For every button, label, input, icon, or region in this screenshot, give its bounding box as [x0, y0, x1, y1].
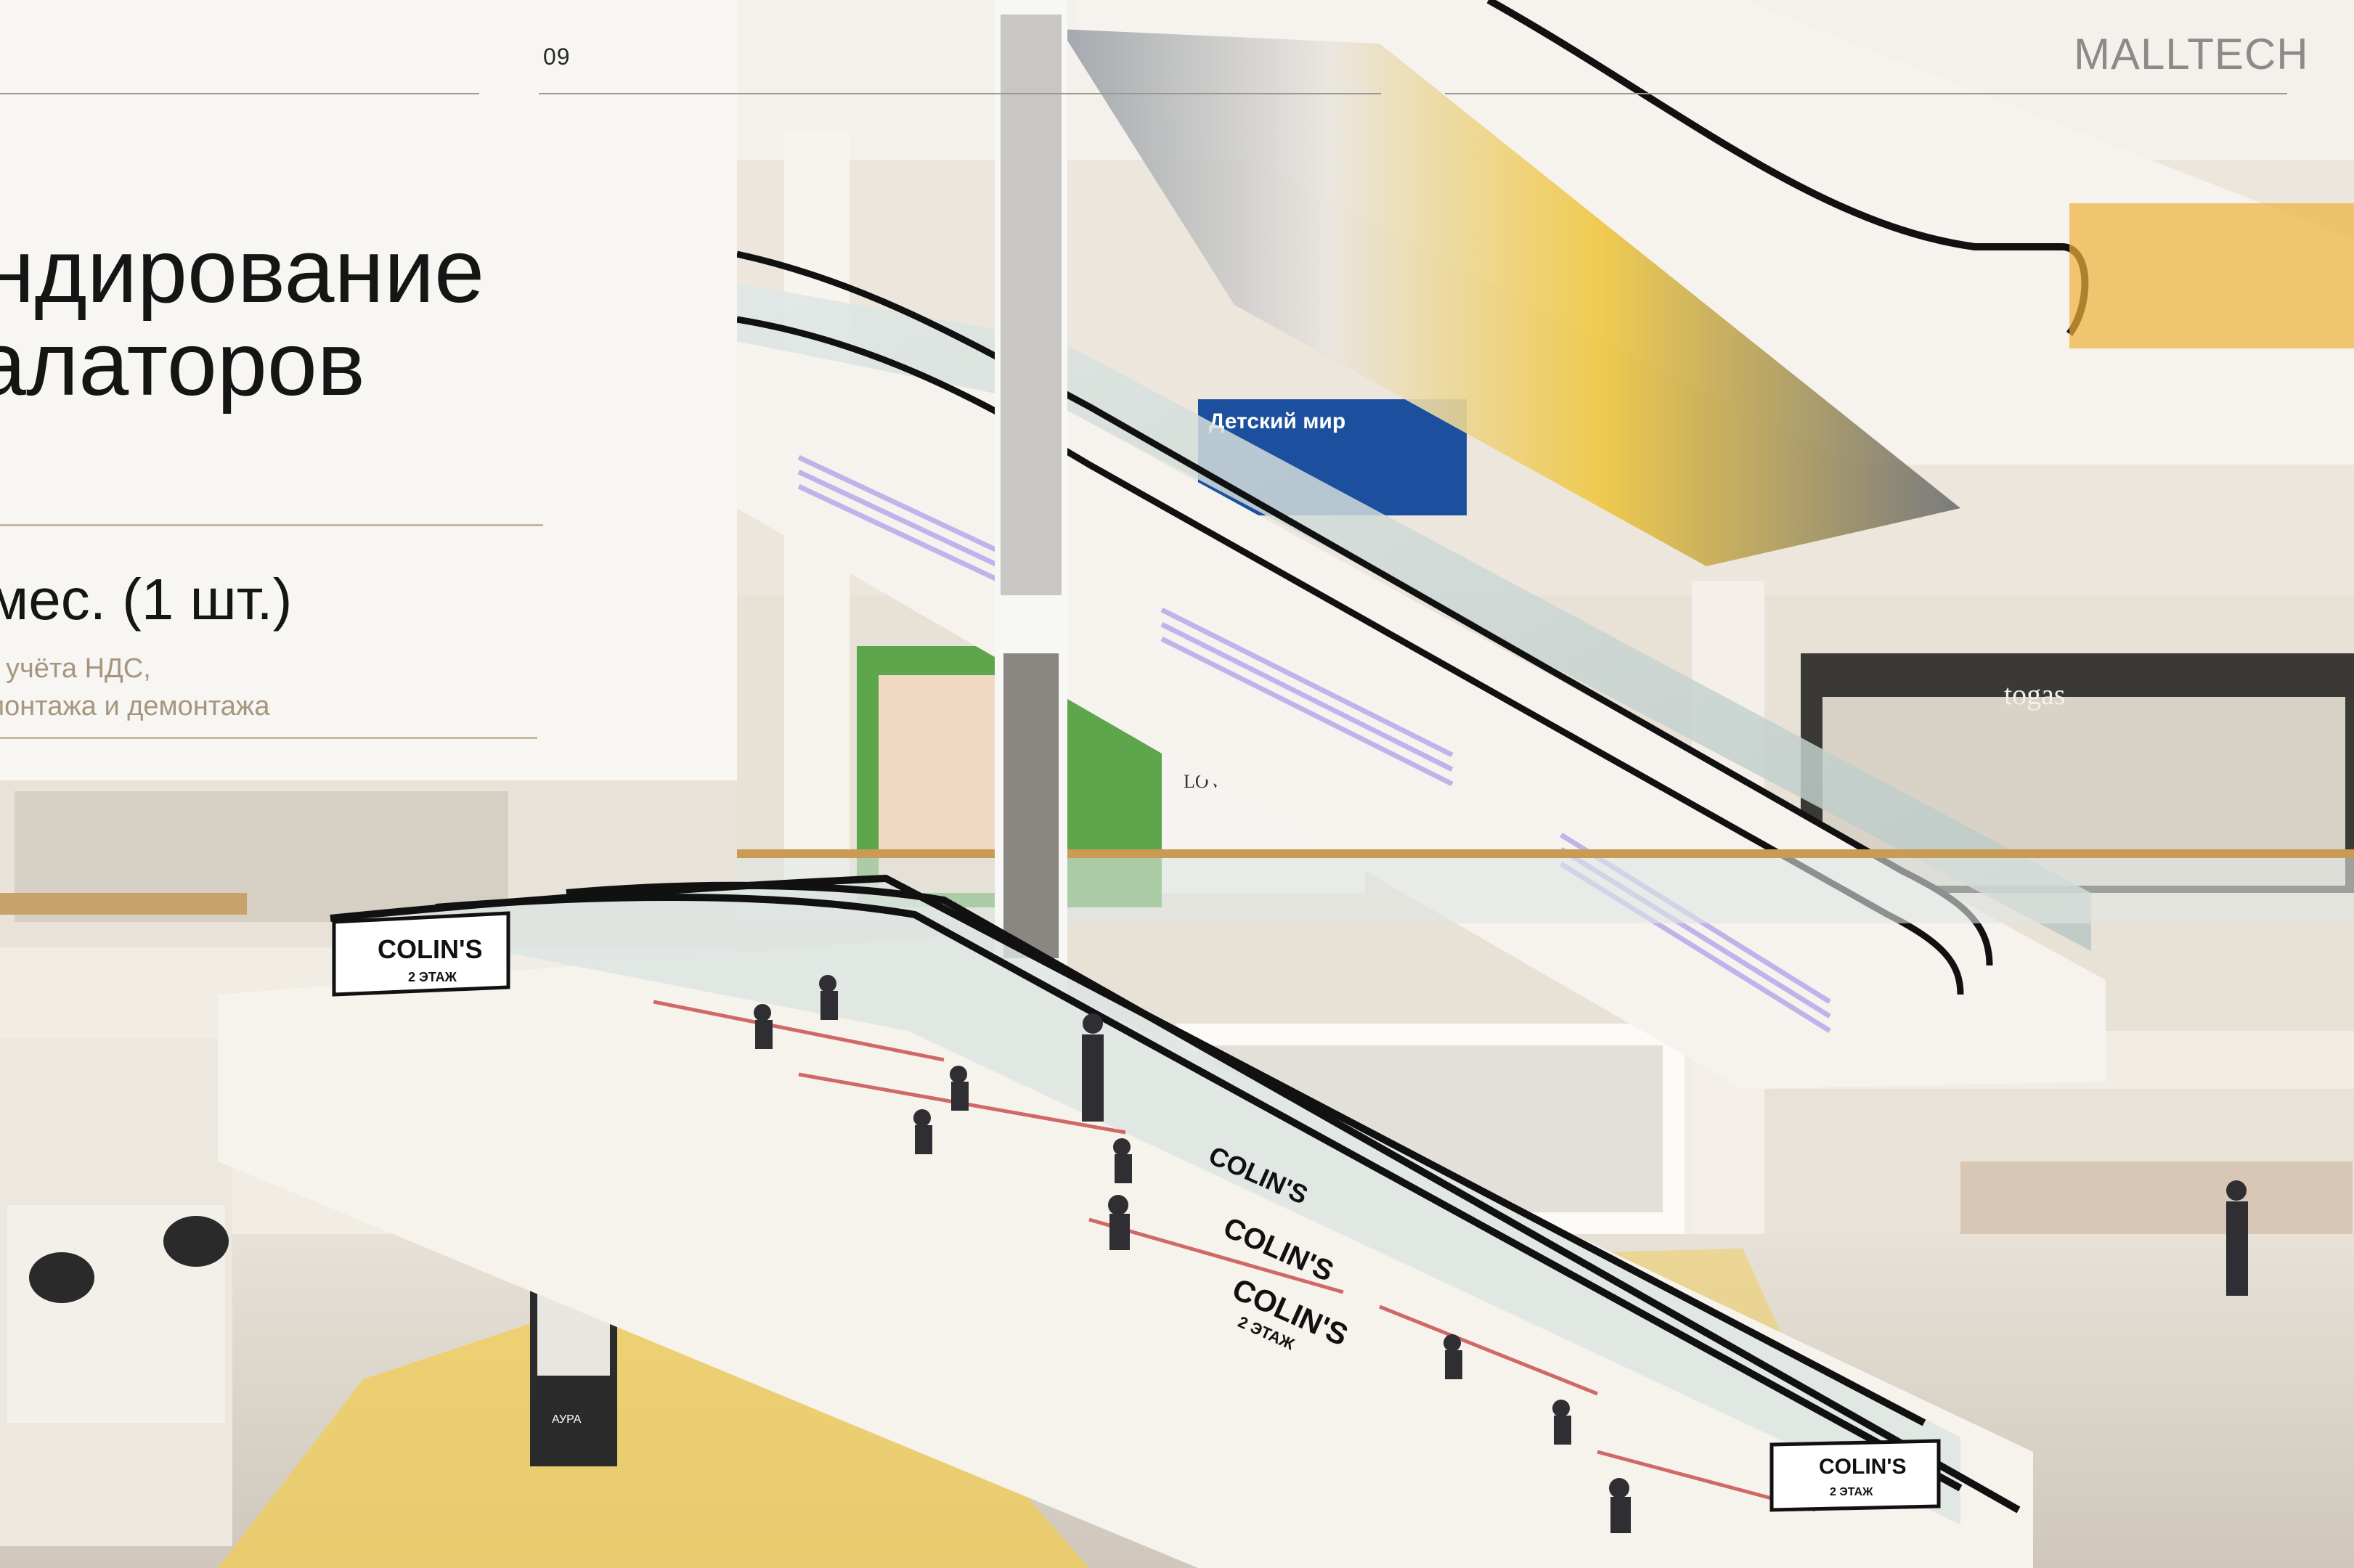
- aura-sign-text: АУРА: [552, 1413, 582, 1426]
- top-rule-right: [1445, 93, 2287, 94]
- store-sign-detskiy-mir-text: Детский мир: [1209, 409, 1345, 433]
- colins-sign-1: COLIN'S 2 ЭТАЖ: [332, 911, 510, 997]
- slide-title-line-2: калаторов: [0, 314, 365, 415]
- colins-sign-5: COLIN'S 2 ЭТАЖ: [1769, 1439, 1941, 1512]
- store-sign-togas-text: togas: [2004, 678, 2065, 711]
- price-note-line-2: монтажа и демонтажа: [0, 691, 270, 722]
- slide-title-line-1: ендирование: [0, 221, 485, 322]
- top-rule-left: [0, 93, 479, 94]
- title-divider: [0, 524, 543, 526]
- colins-sign-1-floor: 2 ЭТАЖ: [408, 970, 457, 984]
- price-note: з учёта НДС, монтажа и демонтажа: [0, 650, 269, 725]
- page-number: 09: [543, 44, 571, 70]
- price-note-line-1: з учёта НДС,: [0, 653, 151, 684]
- price-text: /мес. (1 шт.): [0, 567, 293, 632]
- top-rule-middle: [539, 93, 1381, 94]
- brand-logo: MALLTECH: [2074, 30, 2309, 78]
- colins-sign-5-name: COLIN'S: [1819, 1455, 1906, 1479]
- colins-sign-1-name: COLIN'S: [378, 934, 483, 964]
- colins-sign-5-floor: 2 ЭТАЖ: [1830, 1486, 1873, 1498]
- price-divider: [0, 737, 537, 739]
- slide-title: ендирование калаторов: [0, 225, 733, 411]
